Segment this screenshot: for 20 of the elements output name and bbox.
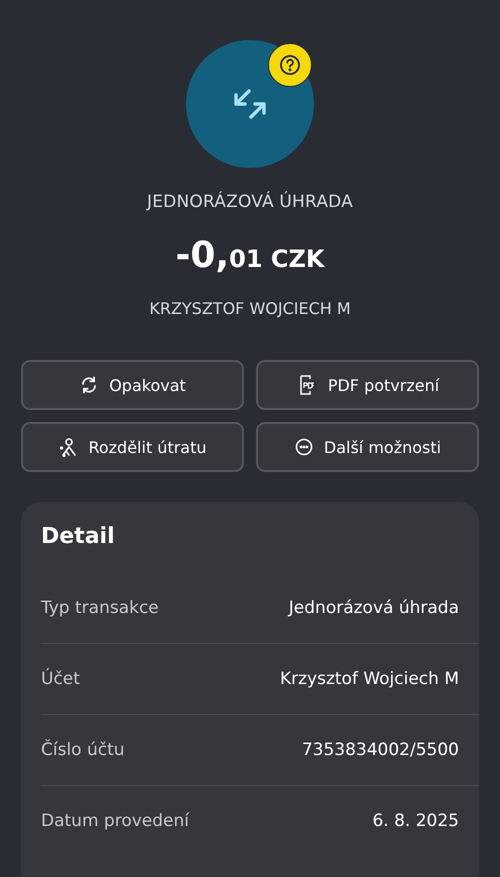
detail-label: Typ transakce xyxy=(41,598,159,618)
transaction-type: JEDNORÁZOVÁ ÚHRADA xyxy=(147,192,353,212)
more-icon xyxy=(294,437,314,457)
help-badge[interactable] xyxy=(268,43,312,87)
detail-label: Účet xyxy=(41,669,80,689)
detail-value: 7353834002/5500 xyxy=(302,740,459,760)
detail-value: Jednorázová úhrada xyxy=(288,598,459,618)
section-title: Detail xyxy=(41,524,116,549)
detail-label: Datum provedení xyxy=(41,811,189,831)
person-icon xyxy=(58,437,78,457)
detail-label: Číslo účtu xyxy=(41,740,125,760)
counterparty-name: KRZYSZTOF WOJCIECH M xyxy=(149,299,351,318)
amount-text: -0,01 CZK xyxy=(175,234,325,278)
detail-value: 6. 8. 2025 xyxy=(372,811,459,831)
action-button[interactable]: Další možnosti xyxy=(256,422,479,472)
help-icon xyxy=(279,54,301,76)
action-button[interactable]: PDF potvrzení xyxy=(256,360,479,410)
detail-value: Krzysztof Wojciech M xyxy=(280,669,459,689)
action-button[interactable]: Rozdělit útratu xyxy=(21,422,244,472)
action-button[interactable]: Opakovat xyxy=(21,360,244,410)
